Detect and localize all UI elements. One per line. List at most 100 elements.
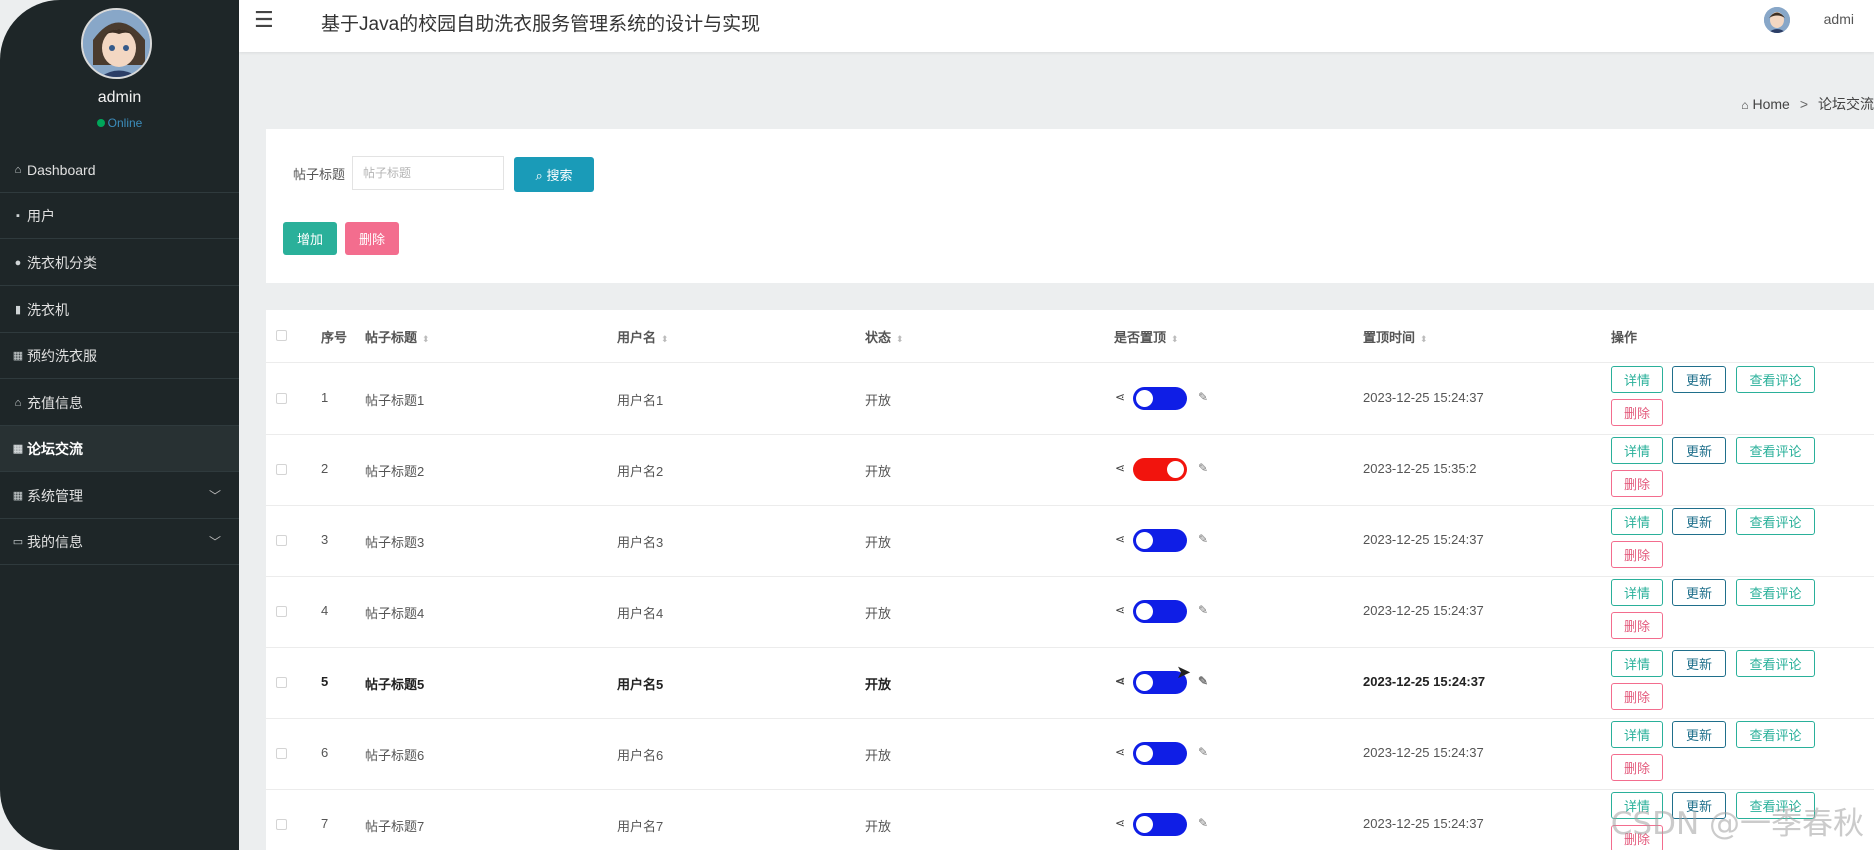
- bank-icon: ⌂: [14, 396, 22, 409]
- sidebar-item-recharge[interactable]: ⌂ 充值信息: [0, 380, 239, 426]
- detail-button[interactable]: 详情: [1611, 721, 1663, 748]
- sidebar-item-label: 充值信息: [27, 394, 83, 411]
- update-button[interactable]: 更新: [1672, 508, 1726, 535]
- detail-button[interactable]: 详情: [1611, 366, 1663, 393]
- row-checkbox[interactable]: [276, 677, 287, 688]
- add-button[interactable]: 增加: [283, 222, 337, 255]
- col-pinned[interactable]: 是否置顶 ⬍: [1114, 327, 1179, 346]
- sidebar: admin Online ⌂ Dashboard ▪ 用户 ● 洗衣机分类 ▮ 洗衣机 …: [0, 0, 239, 850]
- update-button[interactable]: 更新: [1672, 650, 1726, 677]
- col-title[interactable]: 帖子标题 ⬍: [365, 327, 430, 346]
- sidebar-username: admin: [97, 89, 142, 106]
- pin-toggle[interactable]: [1133, 387, 1187, 410]
- sidebar-item-label: 论坛交流: [27, 440, 83, 457]
- edit-icon[interactable]: ✎: [1198, 603, 1208, 617]
- row-checkbox[interactable]: [276, 464, 287, 475]
- share-icon[interactable]: ⋖: [1115, 603, 1125, 617]
- delete-button[interactable]: 删除: [1611, 541, 1663, 568]
- view-comments-button[interactable]: 查看评论: [1736, 508, 1815, 535]
- sidebar-item-my-info[interactable]: ▭ 我的信息 ﹀: [0, 519, 239, 565]
- share-icon[interactable]: ⋖: [1115, 461, 1125, 475]
- row-checkbox[interactable]: [276, 393, 287, 404]
- bulk-delete-button[interactable]: 删除: [345, 222, 399, 255]
- view-comments-button[interactable]: 查看评论: [1736, 721, 1815, 748]
- header-avatar[interactable]: [1764, 7, 1790, 33]
- user-icon: ▪: [16, 209, 20, 222]
- sidebar-item-washer[interactable]: ▮ 洗衣机: [0, 287, 239, 333]
- share-icon[interactable]: ⋖: [1115, 674, 1125, 688]
- delete-button[interactable]: 删除: [1611, 754, 1663, 781]
- detail-button[interactable]: 详情: [1611, 579, 1663, 606]
- breadcrumb-home[interactable]: Home: [1752, 96, 1789, 112]
- cell-status: 开放: [865, 464, 892, 479]
- table-row: 3 帖子标题3 用户名3 开放 ⋖ ✎ 2023-12-25 15:24:37 …: [266, 505, 1874, 577]
- pin-toggle[interactable]: [1133, 529, 1187, 552]
- sidebar-item-system[interactable]: ▦ 系统管理 ﹀: [0, 473, 239, 519]
- top-header: ☰ 基于Java的校园自助洗衣服务管理系统的设计与实现 admi: [239, 0, 1874, 52]
- cell-status: 开放: [865, 748, 892, 763]
- sidebar-item-washer-category[interactable]: ● 洗衣机分类: [0, 240, 239, 286]
- detail-button[interactable]: 详情: [1611, 508, 1663, 535]
- row-checkbox[interactable]: [276, 606, 287, 617]
- search-label: 帖子标题: [293, 167, 346, 182]
- sort-icon[interactable]: ⬍: [896, 334, 904, 344]
- edit-icon[interactable]: ✎: [1198, 816, 1208, 830]
- edit-icon[interactable]: ✎: [1198, 532, 1208, 546]
- share-icon[interactable]: ⋖: [1115, 816, 1125, 830]
- sidebar-item-label: 洗衣机分类: [27, 254, 97, 271]
- detail-button[interactable]: 详情: [1611, 650, 1663, 677]
- share-icon[interactable]: ⋖: [1115, 390, 1125, 404]
- pin-toggle[interactable]: [1133, 742, 1187, 765]
- sidebar-item-booking[interactable]: ▦ 预约洗衣服: [0, 333, 239, 379]
- avatar[interactable]: [81, 8, 152, 79]
- row-checkbox[interactable]: [276, 748, 287, 759]
- delete-button[interactable]: 删除: [1611, 470, 1663, 497]
- view-comments-button[interactable]: 查看评论: [1736, 579, 1815, 606]
- row-checkbox[interactable]: [276, 535, 287, 546]
- view-comments-button[interactable]: 查看评论: [1736, 650, 1815, 677]
- search-button-label: 搜索: [546, 168, 573, 183]
- pin-toggle[interactable]: [1133, 813, 1187, 836]
- view-comments-button[interactable]: 查看评论: [1736, 437, 1815, 464]
- col-pin-time[interactable]: 置顶时间 ⬍: [1363, 327, 1428, 346]
- sidebar-item-users[interactable]: ▪ 用户: [0, 193, 239, 239]
- menu-toggle-icon[interactable]: ☰: [254, 8, 274, 33]
- edit-icon[interactable]: ✎: [1198, 745, 1208, 759]
- update-button[interactable]: 更新: [1672, 721, 1726, 748]
- search-button[interactable]: ⌕ 搜索: [514, 157, 594, 192]
- edit-icon[interactable]: ✎: [1198, 461, 1208, 475]
- edit-icon[interactable]: ✎: [1198, 390, 1208, 404]
- view-comments-button[interactable]: 查看评论: [1736, 366, 1815, 393]
- sidebar-item-label: Dashboard: [27, 161, 96, 178]
- row-checkbox[interactable]: [276, 819, 287, 830]
- cell-pin-time: 2023-12-25 15:24:37: [1363, 745, 1484, 760]
- sidebar-item-forum[interactable]: ▦ 论坛交流: [0, 426, 239, 472]
- update-button[interactable]: 更新: [1672, 437, 1726, 464]
- detail-button[interactable]: 详情: [1611, 437, 1663, 464]
- col-user[interactable]: 用户名 ⬍: [617, 327, 669, 346]
- sort-icon[interactable]: ⬍: [422, 334, 430, 344]
- share-icon[interactable]: ⋖: [1115, 532, 1125, 546]
- delete-button[interactable]: 删除: [1611, 399, 1663, 426]
- select-all-checkbox[interactable]: [276, 330, 287, 341]
- cell-pin-time: 2023-12-25 15:24:37: [1363, 603, 1484, 618]
- pin-toggle[interactable]: [1133, 458, 1187, 481]
- sort-icon[interactable]: ⬍: [661, 334, 669, 344]
- share-icon[interactable]: ⋖: [1115, 745, 1125, 759]
- header-username[interactable]: admi: [1824, 11, 1854, 27]
- col-status[interactable]: 状态 ⬍: [865, 327, 904, 346]
- cell-pin-time: 2023-12-25 15:35:2: [1363, 461, 1477, 476]
- search-icon: ⌕: [535, 168, 543, 183]
- update-button[interactable]: 更新: [1672, 366, 1726, 393]
- edit-icon[interactable]: ✎: [1198, 674, 1208, 688]
- pin-toggle[interactable]: [1133, 600, 1187, 623]
- search-input[interactable]: [352, 156, 504, 190]
- sidebar-item-dashboard[interactable]: ⌂ Dashboard: [0, 147, 239, 193]
- delete-button[interactable]: 删除: [1611, 612, 1663, 639]
- delete-button[interactable]: 删除: [1611, 683, 1663, 710]
- sort-icon[interactable]: ⬍: [1420, 334, 1428, 344]
- sort-icon[interactable]: ⬍: [1171, 334, 1179, 344]
- update-button[interactable]: 更新: [1672, 579, 1726, 606]
- cell-user: 用户名1: [617, 393, 664, 408]
- toggle-knob: [1136, 674, 1153, 691]
